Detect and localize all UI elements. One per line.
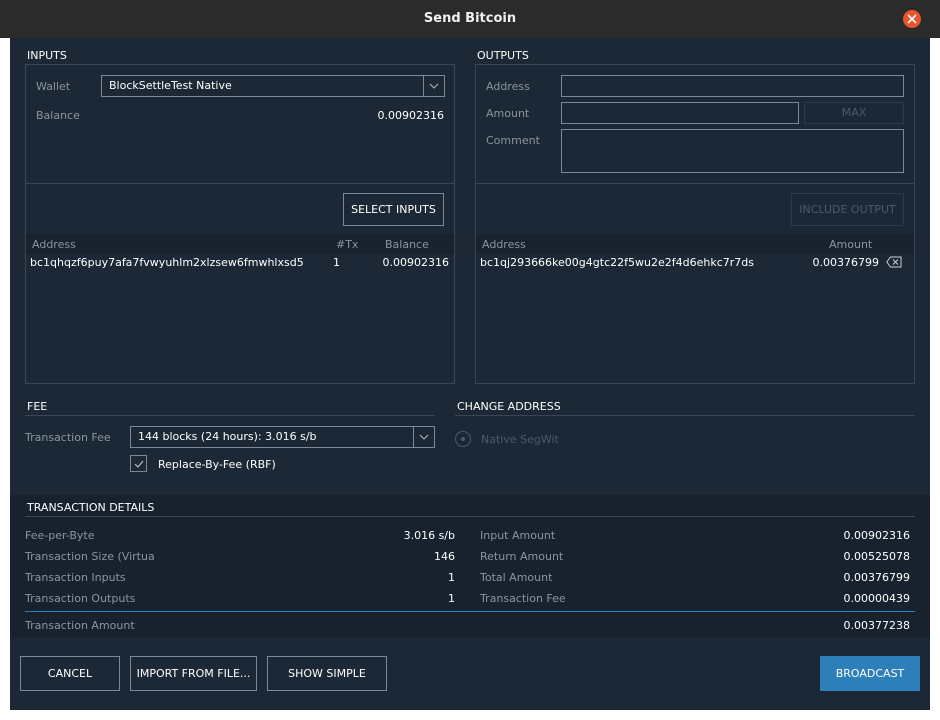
fee-per-byte-label: Fee-per-Byte [25,529,95,542]
transaction-inputs-value: 1 [448,571,455,584]
send-bitcoin-dialog: INPUTS Wallet BlockSettleTest Native Bal… [10,38,930,710]
outputs-table-header: Address Amount [476,234,914,254]
transaction-fee-value: 144 blocks (24 hours): 3.016 s/b [138,430,317,443]
transaction-fee-select[interactable]: 144 blocks (24 hours): 3.016 s/b [130,426,435,448]
transaction-amount-value: 0.00377238 [843,619,910,632]
output-amount-input[interactable] [561,102,799,124]
wallet-select[interactable]: BlockSettleTest Native [101,75,445,97]
transaction-details-title: TRANSACTION DETAILS [27,501,155,514]
rbf-checkbox[interactable] [130,455,147,472]
wallet-select-value: BlockSettleTest Native [109,79,232,92]
output-address-input[interactable] [561,75,904,97]
return-amount-label: Return Amount [480,550,564,563]
output-comment-input[interactable] [561,129,904,173]
include-output-button[interactable]: INCLUDE OUTPUT [791,193,904,226]
output-comment-label: Comment [486,134,540,147]
output-row-address: bc1qj293666ke00g4gtc22f5wu2e2f4d6ehkc7r7… [480,256,754,269]
fee-dropdown-button[interactable] [413,427,434,447]
transaction-size-value: 146 [434,550,455,563]
transaction-inputs-label: Transaction Inputs [25,571,126,584]
close-icon [907,14,917,24]
total-rule [25,611,915,612]
native-segwit-label[interactable]: Native SegWit [481,433,559,446]
details-rule [25,516,915,517]
import-from-file-button[interactable]: IMPORT FROM FILE... [130,656,257,691]
inputs-col-address[interactable]: Address [32,238,76,251]
inputs-col-tx[interactable]: #Tx [336,238,358,251]
output-address-label: Address [486,80,530,93]
output-row-amount: 0.00376799 [812,256,879,269]
outputs-col-amount[interactable]: Amount [829,238,872,251]
native-segwit-radio[interactable] [455,431,471,447]
transaction-fee-label: Transaction Fee [25,431,111,444]
chevron-down-icon [419,434,429,440]
total-amount-value: 0.00376799 [843,571,910,584]
input-row-tx: 1 [333,256,340,269]
input-amount-label: Input Amount [480,529,556,542]
rbf-label[interactable]: Replace-By-Fee (RBF) [158,458,276,471]
fee-section-title: FEE [27,400,48,413]
wallet-label: Wallet [36,80,71,93]
outputs-section-title: OUTPUTS [477,49,529,62]
input-amount-value: 0.00902316 [843,529,910,542]
wallet-dropdown-button[interactable] [423,76,444,96]
total-amount-label: Total Amount [480,571,553,584]
outputs-col-address[interactable]: Address [482,238,526,251]
return-amount-value: 0.00525078 [843,550,910,563]
inputs-section-title: INPUTS [27,49,67,62]
inputs-col-balance[interactable]: Balance [385,238,429,251]
fee-rule [25,415,435,416]
close-button[interactable] [903,10,921,28]
max-button[interactable]: MAX [804,102,904,124]
inputs-divider [26,183,454,184]
checkmark-icon [134,460,144,468]
transaction-outputs-value: 1 [448,592,455,605]
input-row-address: bc1qhqzf6puy7afa7fvwyuhlm2xlzsew6fmwhlxs… [30,256,304,269]
radio-dot [461,437,465,441]
transaction-outputs-label: Transaction Outputs [25,592,136,605]
cancel-button[interactable]: CANCEL [20,656,120,691]
transaction-fee-detail-value: 0.00000439 [843,592,910,605]
change-address-section-title: CHANGE ADDRESS [457,400,561,413]
transaction-fee-detail-label: Transaction Fee [480,592,566,605]
remove-output-button[interactable] [886,256,902,268]
change-address-rule [455,415,915,416]
inputs-table-header: Address #Tx Balance [26,234,454,254]
balance-value: 0.00902316 [377,109,444,122]
select-inputs-button[interactable]: SELECT INPUTS [343,193,444,226]
transaction-amount-label: Transaction Amount [25,619,135,632]
input-row-balance: 0.00902316 [382,256,449,269]
show-simple-button[interactable]: SHOW SIMPLE [267,656,387,691]
backspace-delete-icon [886,256,902,268]
fee-per-byte-value: 3.016 s/b [403,529,455,542]
outputs-divider [476,183,914,184]
balance-label: Balance [36,109,80,122]
transaction-size-label: Transaction Size (Virtua [25,550,155,563]
title-bar: Send Bitcoin [0,0,940,38]
chevron-down-icon [429,83,439,89]
window-title: Send Bitcoin [423,11,517,26]
output-amount-label: Amount [486,107,530,120]
broadcast-button[interactable]: BROADCAST [820,656,920,691]
